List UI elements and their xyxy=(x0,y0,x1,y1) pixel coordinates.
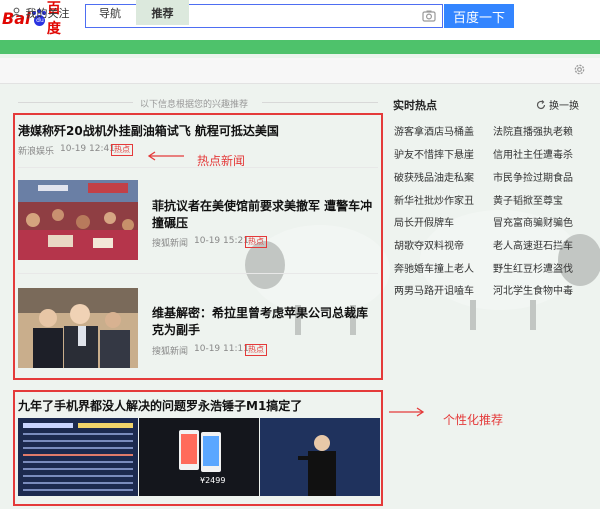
article-thumbnail[interactable] xyxy=(18,180,138,260)
refresh-button[interactable]: 换一换 xyxy=(536,97,579,112)
article-title-line[interactable]: 撞碾压 xyxy=(152,214,188,231)
hot-list-item[interactable]: 两男马路开诅嗑车 xyxy=(394,282,474,297)
hot-list-item[interactable]: 市民争捡过期食品 xyxy=(493,169,573,184)
article-title-line[interactable]: 维基解密：希拉里曾考虑苹果公司总裁库 xyxy=(152,304,368,321)
tab-bar xyxy=(0,58,600,84)
hot-list-item[interactable]: 河北学生食物中毒 xyxy=(493,282,573,297)
search-button[interactable]: 百度一下 xyxy=(444,4,514,28)
hot-list-item[interactable]: 野生红豆杉遭盗伐 xyxy=(493,260,573,275)
divider xyxy=(18,273,378,274)
price-tag: ¥2499 xyxy=(200,476,226,485)
hot-news-time: 10-19 12:41 xyxy=(60,144,115,154)
hot-list-item[interactable]: 局长开假牌车 xyxy=(394,214,454,229)
article-source: 搜狐新闻 xyxy=(152,347,189,357)
tab-my-follow-label: 我的关注 xyxy=(25,6,70,20)
tab-recommend[interactable]: 推荐 xyxy=(136,0,189,25)
article-title-line[interactable]: 克为副手 xyxy=(152,321,200,338)
annotation-arrow-personal xyxy=(389,407,425,417)
hot-badge: 热点 xyxy=(245,236,267,248)
hot-list-item[interactable]: 冒充富商骗财骗色 xyxy=(493,214,573,229)
hot-list-item[interactable]: 胡歌夺双料视帝 xyxy=(394,237,464,252)
personalized-title[interactable]: 九年了手机界都没人解决的问题罗永浩锤子M1搞定了 xyxy=(18,397,302,414)
article-title-line[interactable]: 菲抗议者在美使馆前要求美撤军 遭警车冲 xyxy=(152,197,372,214)
hot-list-item[interactable]: 黄子韬掀至尊宝 xyxy=(493,192,563,207)
hot-list-item[interactable]: 法院直播强执老赖 xyxy=(493,123,573,138)
hot-list-item[interactable]: 信用社主任遭毒杀 xyxy=(493,146,573,161)
hot-list-item[interactable]: 新华社批炒作家丑 xyxy=(394,192,474,207)
refresh-label: 换一换 xyxy=(549,101,579,112)
personalized-thumbnail[interactable] xyxy=(18,418,138,496)
hot-list-item[interactable]: 破获残品油走私案 xyxy=(394,169,474,184)
tab-navigation-label: 导航 xyxy=(99,6,121,20)
green-band xyxy=(0,40,600,54)
tab-my-follow[interactable]: 我的关注 xyxy=(0,0,80,25)
article-time: 10-19 15:21 xyxy=(194,236,249,246)
hint-divider-right xyxy=(262,102,378,103)
hot-badge: 热点 xyxy=(245,344,267,356)
article-time: 10-19 11:11 xyxy=(194,344,249,354)
hot-news-title[interactable]: 港媒称歼20战机外挂副油箱试飞 航程可抵达美国 xyxy=(18,122,279,139)
article-source: 搜狐新闻 xyxy=(152,239,189,249)
hot-list-item[interactable]: 奔驰婚车撞上老人 xyxy=(394,260,474,275)
hot-list-item[interactable]: 老人高速逛石拦车 xyxy=(493,237,573,252)
hot-list-item[interactable]: 游客拿酒店马桶盖 xyxy=(394,123,474,138)
hot-badge: 热点 xyxy=(111,144,133,156)
feed-hint-text: 以下信息根据您的兴趣推荐 xyxy=(140,100,249,110)
gear-icon[interactable] xyxy=(573,63,586,76)
feed-hint: 以下信息根据您的兴趣推荐 xyxy=(140,97,248,110)
hot-news-source: 新浪娱乐 xyxy=(18,147,55,157)
user-icon xyxy=(11,7,21,18)
annotation-hot-news: 热点新闻 xyxy=(197,154,246,168)
hot-list-title: 实时热点 xyxy=(393,99,437,112)
article-thumbnail[interactable] xyxy=(18,288,138,368)
annotation-arrow-hot xyxy=(147,151,184,161)
annotation-personalized: 个性化推荐 xyxy=(443,413,504,427)
hot-list-item[interactable]: 驴友不惜摔下悬崖 xyxy=(394,146,474,161)
personalized-thumbnail[interactable] xyxy=(260,418,380,496)
hint-divider-left xyxy=(18,102,133,103)
refresh-icon xyxy=(536,99,546,109)
personalized-thumbnail[interactable] xyxy=(139,418,259,496)
camera-icon[interactable] xyxy=(422,9,436,23)
tab-recommend-label: 推荐 xyxy=(151,6,174,20)
tab-navigation[interactable]: 导航 xyxy=(85,0,135,25)
